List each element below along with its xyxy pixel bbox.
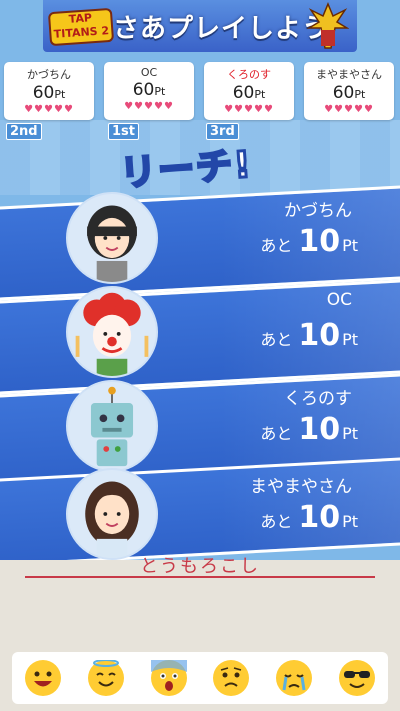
ad-game-logo: TAP TITANS 2 xyxy=(47,7,115,47)
player-name: まやまやさん xyxy=(250,477,352,497)
anxious-sweat-face-icon[interactable] xyxy=(150,660,187,696)
clown-avatar xyxy=(66,286,158,378)
player-name: かづちん xyxy=(284,201,352,221)
score-card-kazuchin: かづちん 60Pt ♥♥♥♥♥ xyxy=(4,62,94,120)
score-card-points: 60Pt xyxy=(32,83,66,103)
score-card-oc: OC 60Pt ♥♥♥♥♥ xyxy=(104,62,194,120)
score-card-mayamaya: まやまやさん 60Pt ♥♥♥♥♥ xyxy=(304,62,394,120)
player-row-kuronosu: くろのす あと 10 Pt xyxy=(0,378,400,472)
remaining-points: あと 10 Pt xyxy=(260,500,358,535)
woman-long-hair-avatar xyxy=(66,468,158,560)
rank-badge-1st: 1st xyxy=(108,123,139,140)
score-card-name: OC xyxy=(140,66,158,79)
player-row-oc: OC あと 10 Pt xyxy=(0,284,400,378)
heart-icons: ♥♥♥♥♥ xyxy=(324,104,374,115)
reach-title: リーチ! xyxy=(117,143,255,196)
heart-icons: ♥♥♥♥♥ xyxy=(24,104,74,115)
score-card-name: かづちん xyxy=(27,68,71,81)
scoreboard: かづちん 60Pt ♥♥♥♥♥ OC 60Pt ♥♥♥♥♥ くろのす 60Pt … xyxy=(0,62,400,122)
remaining-points: あと 10 Pt xyxy=(260,412,358,447)
answer-underline xyxy=(25,576,375,578)
player-row-kazuchin: かづちん あと 10 Pt xyxy=(0,190,400,284)
player-name: くろのす xyxy=(284,389,352,409)
player-name: OC xyxy=(326,290,352,310)
woman-bob-avatar xyxy=(66,192,158,284)
score-card-kuronosu: くろのす 60Pt ♥♥♥♥♥ xyxy=(204,62,294,120)
sunglasses-face-icon[interactable] xyxy=(338,660,375,696)
rank-badge-2nd: 2nd xyxy=(6,123,42,140)
score-card-points: 60Pt xyxy=(132,80,166,100)
score-card-points: 60Pt xyxy=(232,83,266,103)
remaining-points: あと 10 Pt xyxy=(260,224,358,259)
ad-banner[interactable]: TAP TITANS 2 さあプレイしよう xyxy=(43,0,357,52)
player-row-mayamaya: まやまやさん あと 10 Pt xyxy=(0,466,400,560)
crying-face-icon[interactable] xyxy=(275,660,312,696)
grinning-face-icon[interactable] xyxy=(25,660,62,696)
heart-icons: ♥♥♥♥♥ xyxy=(224,104,274,115)
score-card-points: 60Pt xyxy=(332,83,366,103)
ad-hero-character-icon xyxy=(307,2,349,49)
smiling-halo-face-icon[interactable] xyxy=(87,659,124,696)
ad-headline: さあプレイしよう xyxy=(113,14,330,44)
robot-avatar xyxy=(66,380,158,472)
heart-icons: ♥♥♥♥♥ xyxy=(124,101,174,112)
remaining-points: あと 10 Pt xyxy=(260,318,358,353)
answer-text: とうもろこし xyxy=(140,556,260,577)
emoji-reaction-bar xyxy=(12,652,388,704)
score-card-name: まやまやさん xyxy=(316,68,382,81)
score-card-name: くろのす xyxy=(227,68,271,81)
worried-face-icon[interactable] xyxy=(213,660,250,696)
